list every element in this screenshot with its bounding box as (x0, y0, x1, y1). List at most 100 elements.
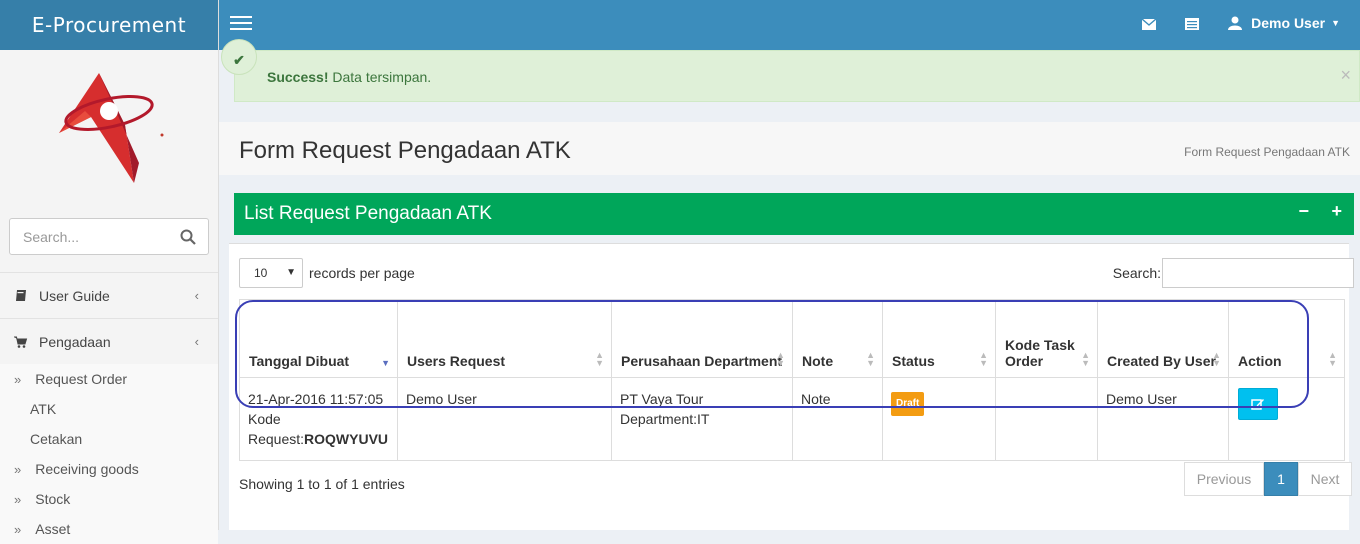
cell-kode-label: Kode Request: (248, 411, 305, 447)
sidebar-item-user-guide[interactable]: User Guide ‹ (0, 272, 218, 318)
header-label: Perusahaan Department (621, 353, 783, 369)
cell-tanggal: 21-Apr-2016 11:57:05 Kode Request:ROQWYU… (239, 377, 398, 461)
cell-company: PT Vaya Tour (620, 391, 704, 407)
pagination-next[interactable]: Next (1298, 462, 1352, 496)
sidebar-item-asset[interactable]: » Asset (0, 514, 218, 544)
page-length-select[interactable]: 10 ▼ (239, 258, 303, 288)
sort-icon: ▲ ▼ (595, 350, 604, 368)
page-length-label: records per page (309, 265, 415, 281)
sidebar-item-label: Stock (35, 491, 71, 507)
column-header-status[interactable]: Status ▲ ▼ (882, 299, 996, 378)
sidebar-item-pengadaan[interactable]: Pengadaan ‹ (0, 318, 218, 364)
sidebar-item-stock[interactable]: » Stock (0, 484, 218, 514)
cell-status: Draft (882, 377, 996, 461)
column-header-action[interactable]: Action ▲ ▼ (1228, 299, 1345, 378)
table-info: Showing 1 to 1 of 1 entries (239, 476, 405, 492)
double-angle-right-icon: » (14, 521, 22, 537)
sidebar-item-receiving-goods[interactable]: » Receiving goods (0, 454, 218, 484)
collapse-icon[interactable]: − (1298, 201, 1309, 222)
sidebar-item-label: Receiving goods (35, 461, 139, 477)
cell-kode-value: ROQWYUVU (304, 431, 389, 447)
request-table: Tanggal Dibuat ▼ Users Request ▲ ▼ Perusaha… (239, 299, 1345, 461)
sidebar-item-label: Asset (35, 521, 71, 537)
table-search-label: Search: (1112, 265, 1161, 281)
sidebar-item-cetakan[interactable]: Cetakan (0, 424, 218, 454)
sidebar-item-request-order[interactable]: » Request Order (0, 364, 218, 394)
page-title: Form Request Pengadaan ATK (239, 137, 571, 164)
sort-desc-icon: ▼ (381, 358, 390, 368)
column-header-kode-task-order[interactable]: Kode Task Order ▲ ▼ (995, 299, 1098, 378)
sidebar-item-label: Request Order (35, 371, 128, 387)
sort-icon: ▲ ▼ (1328, 350, 1337, 368)
expand-icon[interactable]: + (1331, 201, 1342, 222)
status-badge: Draft (891, 392, 925, 416)
envelope-icon[interactable] (1142, 19, 1156, 30)
search-icon[interactable] (180, 229, 196, 245)
column-header-users-request[interactable]: Users Request ▲ ▼ (397, 299, 612, 378)
sidebar-item-atk[interactable]: ATK (0, 394, 218, 424)
edit-button[interactable] (1238, 388, 1278, 420)
breadcrumb[interactable]: Form Request Pengadaan ATK (1184, 145, 1350, 159)
topbar: Demo User ▼ (219, 0, 1360, 50)
alert-message: Success! Data tersimpan. (267, 69, 431, 85)
sidebar: E-Procurement User Guide ‹ (0, 0, 219, 544)
page-length-control: 10 ▼ records per page (239, 258, 415, 288)
sidebar-item-label: Cetakan (30, 431, 83, 447)
table-row: 21-Apr-2016 11:57:05 Kode Request:ROQWYU… (239, 377, 1345, 461)
table-search: Search: (1113, 258, 1354, 288)
double-angle-right-icon: » (14, 491, 22, 507)
alert-text: Data tersimpan. (328, 69, 432, 85)
pengadaan-submenu: » Request Order ATK Cetakan » Receiving … (0, 364, 218, 544)
sidebar-item-label: Pengadaan (39, 333, 111, 350)
column-header-note[interactable]: Note ▲ ▼ (792, 299, 883, 378)
sort-icon: ▲ ▼ (979, 350, 988, 368)
alert-strong: Success! (267, 69, 329, 85)
sort-icon: ▲ ▼ (1081, 350, 1090, 368)
header-label: Users Request (407, 353, 506, 369)
close-icon[interactable]: × (1340, 65, 1351, 86)
sidebar-search (9, 218, 209, 255)
column-header-perusahaan[interactable]: Perusahaan Department ▲ ▼ (611, 299, 793, 378)
main-content: ✔ Success! Data tersimpan. × Form Reques… (219, 39, 1360, 530)
double-angle-right-icon: » (14, 371, 22, 387)
column-header-tanggal[interactable]: Tanggal Dibuat ▼ (239, 299, 398, 378)
user-icon (1228, 16, 1243, 30)
header-label: Tanggal Dibuat (249, 353, 350, 369)
list-icon[interactable] (1185, 18, 1199, 30)
cell-note: Note (792, 377, 883, 461)
cell-date: 21-Apr-2016 11:57:05 (248, 391, 384, 407)
pagination-previous[interactable]: Previous (1184, 462, 1264, 496)
sidebar-search-input[interactable] (10, 219, 170, 254)
page-length-value: 10 (254, 266, 268, 280)
cart-icon (14, 336, 28, 348)
header-label: Kode Task Order (1005, 337, 1075, 369)
pagination: Previous 1 Next (1184, 462, 1352, 496)
cell-action (1228, 377, 1345, 461)
menu-toggle-icon[interactable] (230, 16, 252, 34)
book-icon (16, 289, 26, 301)
header-label: Action (1238, 353, 1282, 369)
logo-icon (59, 73, 164, 183)
page-header: Form Request Pengadaan ATK Form Request … (219, 122, 1360, 175)
cell-perusahaan: PT Vaya Tour Department:IT (611, 377, 793, 461)
chevron-left-icon: ‹ (194, 334, 199, 349)
check-icon: ✔ (221, 39, 257, 75)
double-angle-right-icon: » (14, 461, 22, 477)
caret-down-icon: ▼ (1331, 18, 1340, 28)
column-header-created-by[interactable]: Created By User ▲ ▼ (1097, 299, 1229, 378)
box-title: List Request Pengadaan ATK (244, 203, 492, 224)
box-header: List Request Pengadaan ATK − + (234, 193, 1354, 235)
user-name: Demo User (1251, 15, 1326, 31)
table-search-input[interactable] (1162, 258, 1354, 288)
header-label: Created By User (1107, 353, 1216, 369)
cell-department: Department:IT (620, 411, 710, 427)
sidebar-menu: User Guide ‹ Pengadaan ‹ » Request Order… (0, 272, 218, 544)
sort-icon: ▲ ▼ (866, 350, 875, 368)
brand-logo-text[interactable]: E-Procurement (0, 0, 218, 50)
table-header-row: Tanggal Dibuat ▼ Users Request ▲ ▼ Perusaha… (239, 299, 1345, 378)
header-label: Note (802, 353, 834, 369)
sort-icon: ▲ ▼ (1212, 350, 1221, 368)
pagination-page-1[interactable]: 1 (1264, 462, 1298, 496)
cell-kode-task-order (995, 377, 1098, 461)
user-menu[interactable]: Demo User ▼ (1228, 15, 1340, 31)
